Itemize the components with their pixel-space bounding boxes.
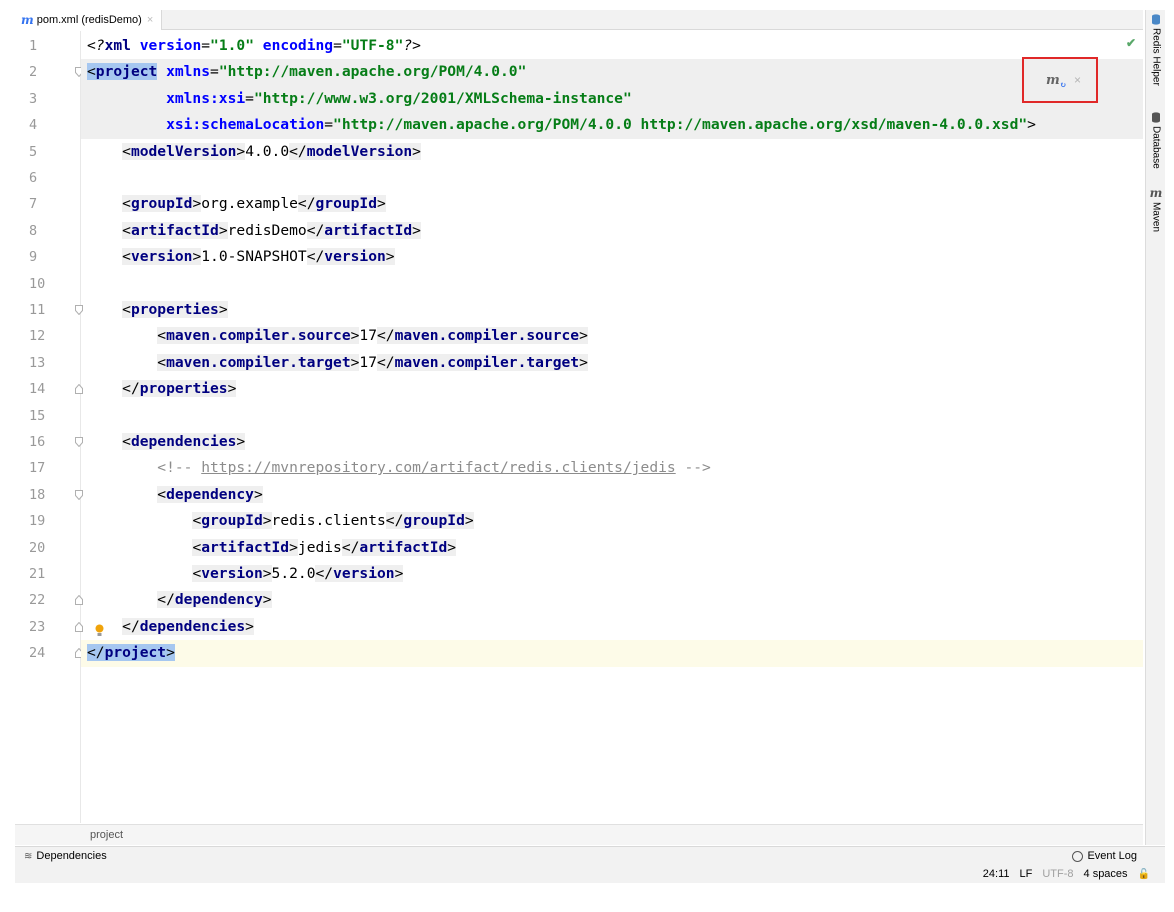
event-log-label: Event Log xyxy=(1087,850,1137,862)
code-line[interactable]: <version>1.0-SNAPSHOT</version> xyxy=(81,244,1143,270)
code-line[interactable]: <groupId>redis.clients</groupId> xyxy=(81,508,1143,534)
code-line[interactable] xyxy=(81,403,1143,429)
close-icon[interactable]: × xyxy=(1074,73,1081,87)
breadcrumb: project xyxy=(15,824,1143,845)
line-number: 3 xyxy=(29,90,38,107)
close-icon[interactable]: × xyxy=(147,14,153,26)
line-number: 11 xyxy=(15,297,83,323)
line-number: 24 xyxy=(15,640,83,666)
dependencies-label: Dependencies xyxy=(36,850,107,862)
bottom-tool-bar: ≋ Dependencies Event Log xyxy=(15,846,1165,865)
code-line[interactable] xyxy=(81,271,1143,297)
code-line[interactable]: <groupId>org.example</groupId> xyxy=(81,191,1143,217)
breadcrumb-item[interactable]: project xyxy=(90,829,123,841)
inspection-ok-icon[interactable]: ✔ xyxy=(1126,36,1136,50)
code-line[interactable]: <dependency> xyxy=(81,482,1143,508)
line-number: 22 xyxy=(15,587,83,613)
maven-m-icon: m xyxy=(21,13,34,27)
caret-position[interactable]: 24:11 xyxy=(983,868,1010,880)
file-encoding[interactable]: UTF-8 xyxy=(1042,868,1073,880)
code-line[interactable]: <project xmlns="http://maven.apache.org/… xyxy=(81,59,1143,86)
maven-load-changes-popup: m↻ × xyxy=(1022,57,1098,103)
line-number: 6 xyxy=(29,170,38,186)
editor-tab-bar: m pom.xml (redisDemo) × xyxy=(15,10,1143,30)
line-number: 2 xyxy=(15,59,83,85)
code-line[interactable]: <artifactId>redisDemo</artifactId> xyxy=(81,218,1143,244)
code-line[interactable]: <!-- https://mvnrepository.com/artifact/… xyxy=(81,455,1143,481)
right-tool-strip: Redis Helper Database m Maven xyxy=(1145,10,1165,845)
tool-label: Database xyxy=(1150,126,1162,169)
event-log-button[interactable]: Event Log xyxy=(1072,850,1137,862)
line-number: 21 xyxy=(29,566,46,582)
tab-title: pom.xml (redisDemo) xyxy=(36,14,142,26)
code-line[interactable]: </dependency> xyxy=(81,587,1143,613)
redis-icon xyxy=(1152,14,1160,25)
line-number: 14 xyxy=(15,376,83,402)
tool-label: Redis Helper xyxy=(1150,28,1162,86)
tool-redis-helper[interactable]: Redis Helper xyxy=(1146,14,1166,86)
code-area[interactable]: <?xml version="1.0" encoding="UTF-8"?> <p… xyxy=(81,31,1143,823)
maven-m-icon: m xyxy=(1149,186,1163,200)
line-number: 8 xyxy=(29,222,38,239)
line-number: 18 xyxy=(15,482,83,508)
maven-reload-icon[interactable]: m↻ xyxy=(1046,73,1066,90)
line-number: 12 xyxy=(29,328,46,345)
line-number-gutter: 1 2 3 4 5 6 7 8 9 10 11 12 13 14 15 16 17 18 19 20 21 22 23 24 xyxy=(15,31,104,823)
tool-maven[interactable]: m Maven xyxy=(1146,186,1166,233)
layers-icon: ≋ xyxy=(24,850,33,862)
line-number: 19 xyxy=(29,513,46,530)
indent-setting[interactable]: 4 spaces xyxy=(1084,868,1128,880)
tab-pom-xml[interactable]: m pom.xml (redisDemo) × xyxy=(15,10,163,30)
code-line[interactable]: xsi:schemaLocation="http://maven.apache.… xyxy=(81,112,1143,139)
code-line[interactable]: <modelVersion>4.0.0</modelVersion> xyxy=(81,139,1143,165)
tool-label: Maven xyxy=(1150,202,1162,233)
line-number: 1 xyxy=(29,38,38,54)
line-number: 4 xyxy=(29,117,38,134)
line-number: 23 xyxy=(15,614,104,640)
line-separator[interactable]: LF xyxy=(1020,868,1033,880)
code-line[interactable]: xmlns:xsi="http://www.w3.org/2001/XMLSch… xyxy=(81,85,1143,113)
code-editor[interactable]: 1 2 3 4 5 6 7 8 9 10 11 12 13 14 15 16 17 18 19 20 21 22 23 24 … xyxy=(15,31,1143,823)
code-line[interactable]: <?xml version="1.0" encoding="UTF-8"?> xyxy=(81,33,1143,59)
code-line[interactable]: <dependencies> xyxy=(81,429,1143,455)
line-number: 9 xyxy=(29,249,38,266)
status-bar: 24:11 LF UTF-8 4 spaces 🔓 xyxy=(15,865,1165,883)
line-number: 13 xyxy=(29,354,46,371)
dependencies-tool-button[interactable]: ≋ Dependencies xyxy=(24,850,107,862)
code-line[interactable]: </dependencies> xyxy=(81,614,1143,640)
line-number: 7 xyxy=(29,196,38,213)
code-line[interactable]: <artifactId>jedis</artifactId> xyxy=(81,535,1143,561)
database-icon xyxy=(1152,112,1160,123)
line-number: 5 xyxy=(29,143,38,160)
code-line[interactable] xyxy=(81,165,1143,191)
code-line[interactable]: <maven.compiler.source>17</maven.compile… xyxy=(81,323,1143,349)
tool-database[interactable]: Database xyxy=(1146,112,1166,169)
line-number: 17 xyxy=(29,460,46,477)
code-line[interactable]: <maven.compiler.target>17</maven.compile… xyxy=(81,350,1143,376)
lock-icon[interactable]: 🔓 xyxy=(1138,869,1150,880)
code-line[interactable]: </project> xyxy=(81,640,1143,667)
line-number: 20 xyxy=(29,539,46,556)
line-number: 15 xyxy=(29,407,46,424)
line-number: 10 xyxy=(29,275,46,292)
event-log-icon xyxy=(1072,850,1084,862)
code-line[interactable]: <properties> xyxy=(81,297,1143,323)
line-number: 16 xyxy=(15,429,83,455)
code-line[interactable]: </properties> xyxy=(81,376,1143,402)
code-line[interactable]: <version>5.2.0</version> xyxy=(81,561,1143,587)
